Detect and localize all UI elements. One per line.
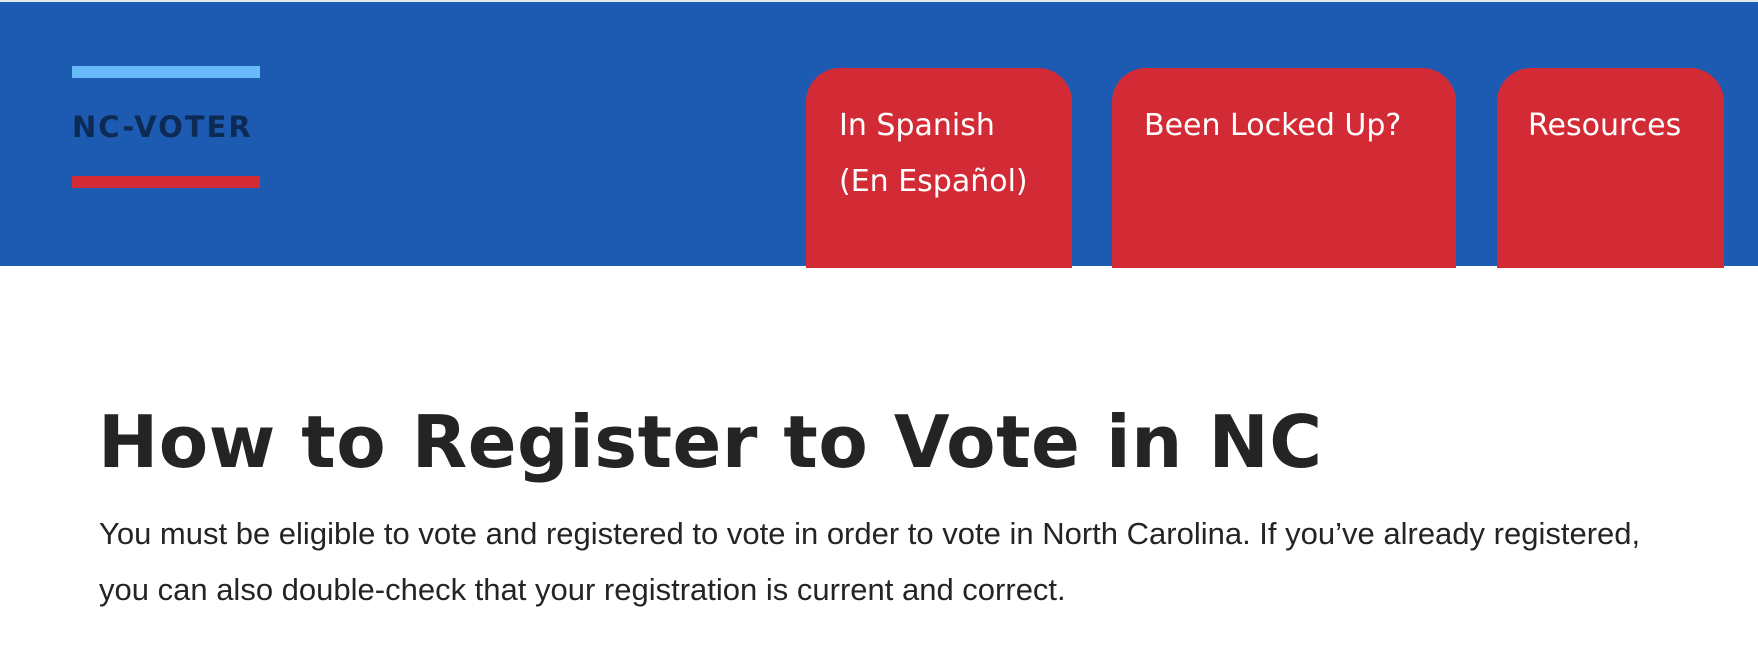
page-title: How to Register to Vote in NC (98, 400, 1323, 484)
logo-top-bar (72, 66, 260, 78)
nav-tab-been-locked-up[interactable]: Been Locked Up? (1112, 68, 1456, 268)
nav-tab-spanish[interactable]: In Spanish (En Español) (806, 68, 1072, 268)
intro-paragraph: You must be eligible to vote and registe… (99, 516, 1641, 607)
nav-tab-spanish-label: In Spanish (839, 108, 995, 143)
nav-tab-resources[interactable]: Resources (1497, 68, 1724, 268)
nav-tab-spanish-sublabel: (En Español) (839, 164, 1028, 199)
site-logo[interactable]: NC-VOTER (72, 66, 260, 188)
nav-tab-been-locked-up-label: Been Locked Up? (1144, 108, 1402, 143)
logo-text: NC-VOTER (72, 110, 253, 144)
logo-bottom-bar (72, 176, 260, 188)
nav-tab-resources-label: Resources (1528, 108, 1682, 143)
site-header: NC-VOTER In Spanish (En Español) Been Lo… (0, 0, 1758, 268)
